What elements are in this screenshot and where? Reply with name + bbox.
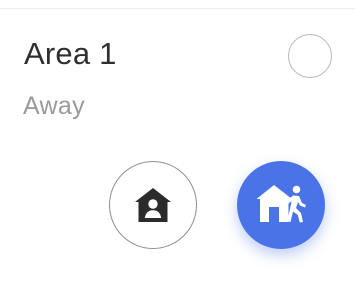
top-divider bbox=[0, 8, 355, 9]
away-person-icon bbox=[256, 185, 306, 223]
area-card: Area 1 Away bbox=[0, 0, 355, 284]
area-select-radio[interactable] bbox=[288, 34, 332, 78]
area-title: Area 1 bbox=[24, 36, 117, 71]
home-mode-button[interactable] bbox=[109, 161, 197, 249]
away-mode-button[interactable] bbox=[237, 161, 325, 249]
area-status: Away bbox=[23, 92, 85, 120]
home-person-icon bbox=[135, 188, 171, 222]
